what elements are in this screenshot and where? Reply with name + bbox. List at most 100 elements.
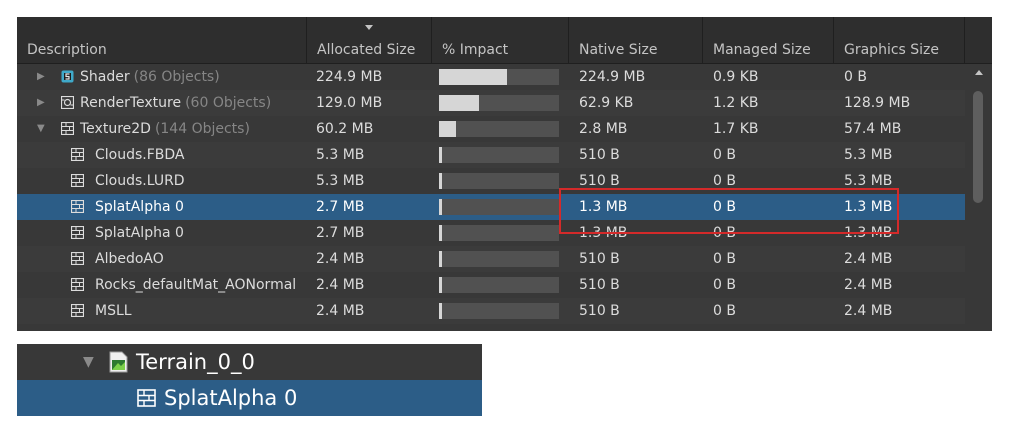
row-allocated-size: 224.9 MB [316,69,383,85]
texture2d-icon [71,226,84,239]
row-allocated-size: 2.7 MB [316,225,365,241]
reference-child-label: SplatAlpha 0 [164,386,298,410]
sort-descending-icon [365,25,373,30]
row-managed-size: 0 B [713,303,736,319]
impact-bar [439,95,559,111]
texture2d-icon [137,389,156,407]
row-native-size: 510 B [579,277,620,293]
row-native-size: 510 B [579,251,620,267]
reference-row-child[interactable]: SplatAlpha 0 [17,380,482,416]
collapsed-arrow-icon[interactable]: ▶ [37,90,45,116]
table-row[interactable]: ▶ Shader (86 Objects) 224.9 MB 224.9 MB 0.9 K… [17,64,965,90]
impact-bar [439,121,559,137]
row-name: Rocks_defaultMat_AONormal [95,277,297,293]
impact-bar-fill [439,121,456,137]
row-name: MSLL [95,303,132,319]
impact-bar-fill [439,303,442,319]
reference-parent-label: Terrain_0_0 [136,350,255,374]
impact-bar-fill [439,173,442,189]
column-header-impact[interactable]: % Impact [432,17,569,63]
texture2d-icon [71,252,84,265]
row-object-count: (60 Objects) [185,95,272,111]
impact-bar-fill [439,69,507,85]
row-graphics-size: 2.4 MB [844,277,893,293]
row-managed-size: 1.2 KB [713,95,759,111]
collapsed-arrow-icon[interactable]: ▶ [37,64,45,90]
expanded-arrow-icon[interactable]: ▼ [37,116,45,142]
column-header-label: % Impact [442,42,509,58]
impact-bar-fill [439,277,442,293]
row-native-size: 224.9 MB [579,69,646,85]
column-header-label: Allocated Size [317,42,416,58]
expanded-arrow-icon[interactable]: ▼ [83,344,94,380]
impact-bar-fill [439,251,442,267]
row-description: RenderTexture (60 Objects) [80,90,271,116]
table-row[interactable]: Clouds.FBDA 5.3 MB 510 B 0 B 5.3 MB [17,142,965,168]
row-graphics-size: 57.4 MB [844,121,902,137]
impact-bar [439,69,559,85]
row-managed-size: 1.7 KB [713,121,759,137]
row-native-size: 2.8 MB [579,121,628,137]
texture2d-icon [61,122,74,135]
row-managed-size: 0 B [713,251,736,267]
table-row[interactable]: AlbedoAO 2.4 MB 510 B 0 B 2.4 MB [17,246,965,272]
row-native-size: 62.9 KB [579,95,634,111]
row-object-count: (86 Objects) [133,69,220,85]
row-name: SplatAlpha 0 [95,225,184,241]
table-row[interactable]: MSLL 2.4 MB 510 B 0 B 2.4 MB [17,298,965,324]
references-panel: ▼ Terrain_0_0 SplatAlpha 0 [17,344,482,416]
table-row[interactable]: Rocks_defaultMat_AONormal 2.4 MB 510 B 0 B 2… [17,272,965,298]
impact-bar [439,199,559,215]
table-row[interactable]: ▶ RenderTexture (60 Objects) 129.0 MB 62.9 K… [17,90,965,116]
impact-bar [439,303,559,319]
row-graphics-size: 128.9 MB [844,95,911,111]
row-managed-size: 0 B [713,147,736,163]
column-header-label: Native Size [579,42,658,58]
texture2d-icon [71,148,84,161]
row-description: Shader (86 Objects) [80,64,220,90]
column-header-managed-size[interactable]: Managed Size [703,17,834,63]
impact-bar [439,147,559,163]
reference-row-parent[interactable]: ▼ Terrain_0_0 [17,344,482,380]
table-header: Description Allocated Size % Impact Nati… [17,17,992,64]
render-texture-icon [61,96,74,109]
texture2d-icon [71,200,84,213]
row-allocated-size: 5.3 MB [316,173,365,189]
shader-icon [61,70,74,83]
row-allocated-size: 2.4 MB [316,251,365,267]
row-name: Texture2D [80,121,151,137]
impact-bar-fill [439,147,442,163]
row-allocated-size: 2.4 MB [316,303,365,319]
column-header-graphics-size[interactable]: Graphics Size [834,17,965,63]
row-allocated-size: 2.7 MB [316,199,365,215]
terrain-icon [109,351,128,373]
row-graphics-size: 2.4 MB [844,303,893,319]
row-name: Clouds.LURD [95,173,185,189]
impact-bar-fill [439,95,479,111]
table-row[interactable]: ▼ Texture2D (144 Objects) 60.2 MB 2.8 MB 1.7 … [17,116,965,142]
column-header-description[interactable]: Description [17,17,307,63]
column-header-label: Description [27,42,107,58]
scroll-thumb[interactable] [973,91,983,203]
vertical-scrollbar[interactable] [965,64,992,331]
memory-table-panel: Description Allocated Size % Impact Nati… [17,17,992,331]
column-header-native-size[interactable]: Native Size [569,17,703,63]
row-graphics-size: 0 B [844,69,867,85]
impact-bar [439,173,559,189]
column-header-allocated-size[interactable]: Allocated Size [307,17,432,63]
scroll-up-icon[interactable] [975,70,983,75]
column-header-label: Graphics Size [844,42,940,58]
row-name: SplatAlpha 0 [95,199,184,215]
texture2d-icon [71,278,84,291]
impact-bar [439,277,559,293]
texture2d-icon [71,174,84,187]
row-native-size: 510 B [579,147,620,163]
row-allocated-size: 129.0 MB [316,95,383,111]
impact-bar-fill [439,199,442,215]
row-allocated-size: 5.3 MB [316,147,365,163]
row-graphics-size: 5.3 MB [844,147,893,163]
row-native-size: 510 B [579,303,620,319]
row-allocated-size: 60.2 MB [316,121,374,137]
row-managed-size: 0 B [713,277,736,293]
row-managed-size: 0.9 KB [713,69,759,85]
